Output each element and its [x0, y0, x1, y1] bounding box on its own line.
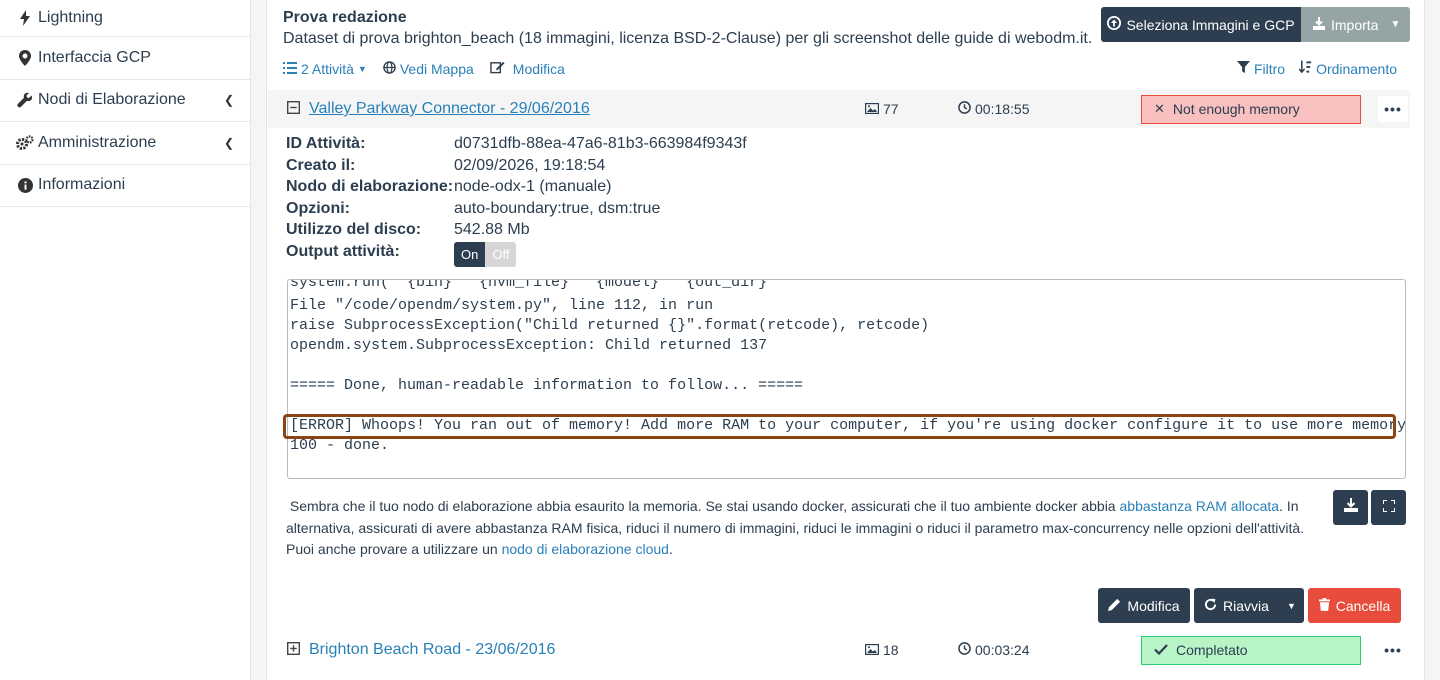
restart-options-dropdown[interactable]: ▼ — [1279, 588, 1304, 623]
edit-icon — [490, 60, 505, 77]
output-toggle[interactable]: On Off — [454, 242, 517, 267]
task-name-link[interactable]: Valley Parkway Connector - 29/06/2016 — [309, 100, 590, 118]
console-line: raise SubprocessException("Child returne… — [290, 317, 930, 334]
upload-circle-icon — [1107, 16, 1122, 33]
fullscreen-button[interactable] — [1371, 490, 1406, 525]
status-badge: ✕ Not enough memory — [1141, 94, 1361, 124]
refresh-icon — [1204, 597, 1217, 614]
output-toggle-off[interactable]: Off — [485, 242, 517, 267]
task-options: auto-boundary:true, dsm:true — [454, 200, 661, 217]
console-line: opendm.system.SubprocessException: Child… — [290, 337, 768, 354]
image-icon — [865, 101, 880, 117]
project-panel: Prova redazione Dataset di prova brighto… — [266, 0, 1425, 680]
check-icon — [1154, 642, 1168, 658]
download-icon — [1343, 498, 1358, 517]
image-icon — [865, 642, 880, 658]
memory-notice: Sembra che il tuo nodo di elaborazione a… — [286, 498, 1305, 557]
tasks-toggle[interactable]: 2 Attività ▼ — [283, 61, 367, 77]
created-date: 02/09/2026, 19:18:54 — [454, 157, 606, 174]
sort-button[interactable]: Ordinamento — [1298, 60, 1397, 77]
sort-icon — [1298, 60, 1312, 77]
task-menu-button[interactable]: ••• — [1378, 96, 1408, 122]
wrench-icon — [16, 92, 34, 108]
task-menu-button[interactable]: ••• — [1378, 637, 1408, 663]
lightning-icon — [16, 10, 34, 26]
sidebar-item-label: Informazioni — [38, 176, 126, 194]
close-icon: ✕ — [1154, 101, 1165, 116]
sidebar-item-label: Amministrazione — [38, 133, 157, 151]
import-button[interactable]: Importa ▼ — [1301, 7, 1410, 42]
image-count: 77 — [865, 101, 899, 117]
sidebar: Lightning Interfaccia GCP Nodi di Elabor… — [0, 0, 251, 680]
sidebar-item-label: Lightning — [38, 9, 103, 26]
select-images-button[interactable]: Seleziona Immagini e GCP — [1101, 7, 1301, 42]
project-title: Prova redazione — [283, 9, 407, 26]
list-icon — [283, 61, 297, 77]
caret-down-icon: ▼ — [1390, 19, 1401, 30]
sidebar-item-label: Nodi di Elaborazione — [38, 91, 186, 109]
map-marker-icon — [16, 49, 34, 66]
caret-down-icon: ▼ — [1287, 600, 1296, 611]
task-duration: 00:18:55 — [958, 101, 1030, 117]
disk-usage: 542.88 Mb — [454, 221, 530, 238]
restart-task-button[interactable]: Riavvia — [1194, 588, 1279, 623]
output-toggle-on[interactable]: On — [454, 242, 486, 267]
task-row[interactable]: Valley Parkway Connector - 29/06/2016 77… — [268, 90, 1410, 128]
clock-icon — [958, 642, 971, 658]
import-icon — [1313, 16, 1325, 33]
info-icon — [16, 177, 34, 193]
allocated-ram-link[interactable]: abbastanza RAM allocata — [1120, 498, 1280, 514]
task-name-link[interactable]: Brighton Beach Road - 23/06/2016 — [309, 641, 555, 659]
status-badge: Completato — [1141, 635, 1361, 665]
task-row[interactable]: Brighton Beach Road - 23/06/2016 18 00:0… — [268, 631, 1410, 669]
collapse-icon[interactable] — [287, 100, 300, 118]
sidebar-item-info[interactable]: Informazioni — [0, 165, 250, 207]
task-console-output[interactable]: system.run('"{bin}" "{nvm_file}" "{model… — [287, 279, 1406, 479]
image-count: 18 — [865, 642, 899, 658]
chevron-left-icon: ❮ — [223, 135, 234, 150]
expand-icon[interactable] — [287, 641, 300, 659]
task-duration: 00:03:24 — [958, 642, 1030, 658]
filter-button[interactable]: Filtro — [1236, 60, 1285, 77]
sidebar-item-lightning[interactable]: Lightning — [0, 0, 250, 37]
download-output-button[interactable] — [1333, 490, 1368, 525]
view-map-link[interactable]: Vedi Mappa — [383, 61, 474, 77]
cloud-node-link[interactable]: nodo di elaborazione cloud — [502, 541, 669, 557]
sidebar-item-gcp[interactable]: Interfaccia GCP — [0, 37, 250, 80]
trash-icon — [1318, 597, 1330, 614]
filter-icon — [1236, 60, 1250, 77]
delete-task-button[interactable]: Cancella — [1308, 588, 1401, 623]
task-id: d0731dfb-88ea-47a6-81b3-663984f9343f — [454, 135, 747, 152]
pencil-icon — [1108, 598, 1121, 614]
console-line: system.run('"{bin}" "{nvm_file}" "{model… — [290, 279, 795, 291]
edit-task-button[interactable]: Modifica — [1098, 588, 1190, 623]
edit-project-link[interactable]: Modifica — [490, 60, 565, 77]
sidebar-item-processing-nodes[interactable]: Nodi di Elaborazione ❮ — [0, 80, 250, 122]
project-description: Dataset di prova brighton_beach (18 imma… — [283, 30, 1093, 47]
caret-down-icon: ▼ — [357, 63, 367, 74]
console-line: File "/code/opendm/system.py", line 112,… — [290, 297, 714, 314]
expand-icon — [1381, 498, 1396, 517]
chevron-left-icon: ❮ — [223, 93, 234, 108]
console-line: ===== Done, human-readable information t… — [290, 377, 804, 394]
sidebar-item-administration[interactable]: Amministrazione ❮ — [0, 122, 250, 165]
globe-icon — [383, 60, 396, 77]
gears-icon — [16, 135, 34, 151]
clock-icon — [958, 101, 971, 117]
console-line: 100 - done. — [290, 437, 390, 454]
sidebar-item-label: Interfaccia GCP — [38, 48, 151, 66]
processing-node: node-odx-1 (manuale) — [454, 178, 612, 195]
error-highlight-box — [283, 414, 1396, 439]
